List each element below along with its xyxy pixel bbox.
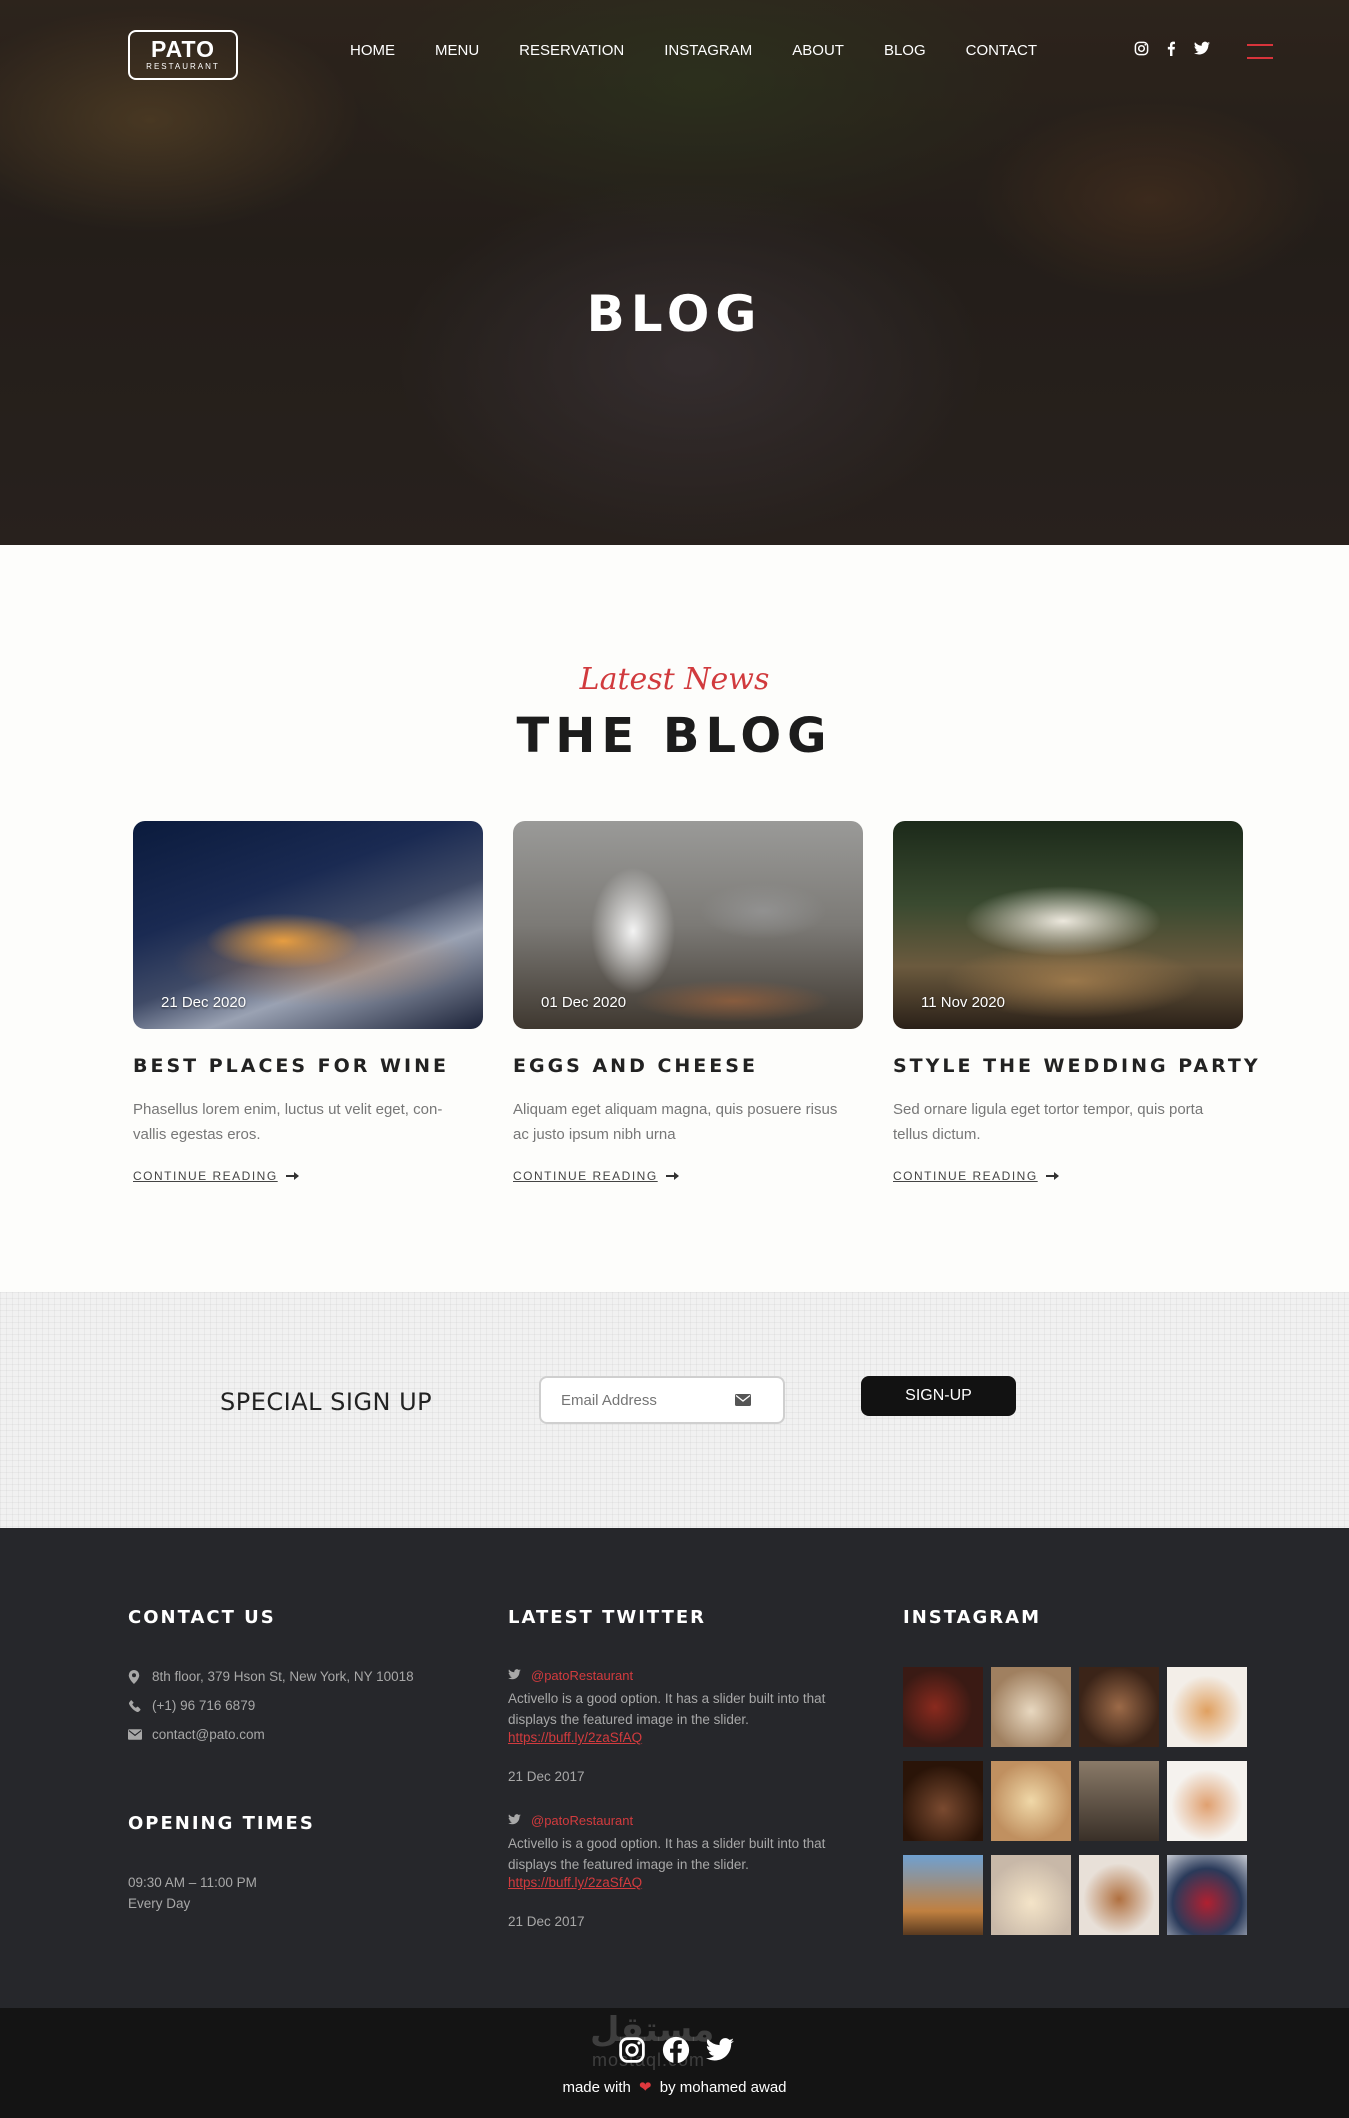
instagram-thumbnail[interactable]	[903, 1761, 983, 1841]
blog-card-date: 01 Dec 2020	[541, 994, 627, 1011]
blog-card: 21 Dec 2020 BEST PLACES FOR WINE Phasell…	[133, 821, 483, 1183]
continue-reading-link[interactable]: CONTINUE READING	[133, 1169, 483, 1183]
tweet-link[interactable]: https://buff.ly/2zaSfAQ	[508, 1875, 642, 1890]
email-text[interactable]: contact@pato.com	[152, 1727, 265, 1742]
header-social	[1134, 41, 1210, 57]
phone-text[interactable]: (+1) 96 716 6879	[152, 1698, 255, 1713]
blog-card: 11 Nov 2020 STYLE THE WEDDING PARTY Sed …	[893, 821, 1258, 1183]
continue-reading-label: CONTINUE READING	[513, 1169, 658, 1183]
tweet-text: Activello is a good option. It has a sli…	[508, 1836, 826, 1872]
instagram-thumbnail[interactable]	[1167, 1761, 1247, 1841]
twitter-icon[interactable]	[706, 2036, 734, 2064]
continue-reading-link[interactable]: CONTINUE READING	[893, 1169, 1243, 1183]
main-nav: HOME MENU RESERVATION INSTAGRAM ABOUT BL…	[350, 42, 1077, 59]
tweet-date: 21 Dec 2017	[508, 1914, 585, 1929]
instagram-thumbnail[interactable]	[903, 1667, 983, 1747]
blog-card-image[interactable]: 11 Nov 2020	[893, 821, 1243, 1029]
instagram-thumbnail[interactable]	[991, 1855, 1071, 1935]
blog-card-excerpt: Sed ornare ligula eget tortor tempor, qu…	[893, 1101, 1204, 1143]
footer-opening-title: OPENING TIMES	[128, 1813, 315, 1834]
instagram-thumbnail[interactable]	[991, 1761, 1071, 1841]
blog-card-excerpt: Phasellus lorem enim, luctus ut velit eg…	[133, 1101, 443, 1143]
footer-twitter-title: LATEST TWITTER	[508, 1607, 707, 1628]
envelope-icon	[128, 1728, 142, 1742]
instagram-thumbnail[interactable]	[1167, 1855, 1247, 1935]
logo-text: PATO	[150, 36, 216, 62]
nav-contact[interactable]: CONTACT	[966, 42, 1037, 59]
logo[interactable]: PATO RESTAURANT	[128, 30, 238, 80]
tweet-handle[interactable]: @patoRestaurant	[508, 1813, 633, 1828]
hamburger-menu-icon[interactable]	[1247, 44, 1273, 60]
blog-card-title[interactable]: STYLE THE WEDDING PARTY	[893, 1055, 1258, 1077]
footer-address: 8th floor, 379 Hson St, New York, NY 100…	[128, 1669, 414, 1684]
nav-instagram[interactable]: INSTAGRAM	[664, 42, 752, 59]
continue-reading-label: CONTINUE READING	[893, 1169, 1038, 1183]
credit-made-with: made with	[562, 2079, 631, 2096]
email-input[interactable]	[541, 1378, 731, 1422]
tweet-text: Activello is a good option. It has a sli…	[508, 1691, 826, 1727]
logo-subtext: RESTAURANT	[146, 62, 220, 71]
footer-contact-title: CONTACT US	[128, 1607, 276, 1628]
instagram-icon[interactable]	[618, 2036, 646, 2064]
signup-title: SPECIAL SIGN UP	[220, 1388, 433, 1416]
footer-instagram-title: INSTAGRAM	[903, 1607, 1042, 1628]
continue-reading-link[interactable]: CONTINUE READING	[513, 1169, 863, 1183]
hero-banner: PATO RESTAURANT HOME MENU RESERVATION IN…	[0, 0, 1349, 545]
hero-title: BLOG	[586, 285, 763, 343]
heart-icon: ❤	[639, 2079, 652, 2096]
arrow-right-icon	[665, 1172, 679, 1180]
twitter-icon	[508, 1813, 521, 1828]
nav-reservation[interactable]: RESERVATION	[519, 42, 624, 59]
tweet-link[interactable]: https://buff.ly/2zaSfAQ	[508, 1730, 642, 1745]
instagram-thumbnail[interactable]	[991, 1667, 1071, 1747]
footer-phone: (+1) 96 716 6879	[128, 1698, 255, 1713]
blog-card-excerpt: Aliquam eget aliquam magna, quis posuere…	[513, 1101, 838, 1143]
footer-email: contact@pato.com	[128, 1727, 265, 1742]
nav-about[interactable]: ABOUT	[792, 42, 844, 59]
section-title: THE BLOG	[516, 708, 833, 764]
nav-menu[interactable]: MENU	[435, 42, 479, 59]
twitter-icon	[508, 1668, 521, 1683]
instagram-icon[interactable]	[1134, 41, 1150, 57]
blog-card-image[interactable]: 01 Dec 2020	[513, 821, 863, 1029]
blog-card-image[interactable]: 21 Dec 2020	[133, 821, 483, 1029]
tweet-handle[interactable]: @patoRestaurant	[508, 1668, 633, 1683]
instagram-thumbnail[interactable]	[1079, 1855, 1159, 1935]
instagram-thumbnail[interactable]	[1079, 1761, 1159, 1841]
section-eyebrow: Latest News	[579, 662, 770, 697]
blog-card-date: 11 Nov 2020	[921, 994, 1005, 1011]
twitter-icon[interactable]	[1194, 41, 1210, 57]
nav-blog[interactable]: BLOG	[884, 42, 926, 59]
footer-credit: made with ❤ by mohamed awad	[0, 2078, 1349, 2096]
blog-card-title[interactable]: EGGS AND CHEESE	[513, 1055, 863, 1077]
signup-button[interactable]: SIGN-UP	[861, 1376, 1016, 1416]
email-field-wrapper	[539, 1376, 785, 1424]
blog-card-date: 21 Dec 2020	[161, 994, 247, 1011]
envelope-icon	[735, 1393, 751, 1406]
credit-author: by mohamed awad	[659, 2079, 787, 2096]
arrow-right-icon	[285, 1172, 299, 1180]
facebook-icon[interactable]	[1164, 41, 1180, 57]
newsletter-signup: SPECIAL SIGN UP SIGN-UP	[0, 1292, 1349, 1528]
nav-home[interactable]: HOME	[350, 42, 395, 59]
facebook-icon[interactable]	[662, 2036, 690, 2064]
arrow-right-icon	[1045, 1172, 1059, 1180]
address-text: 8th floor, 379 Hson St, New York, NY 100…	[152, 1669, 414, 1684]
tweet-handle-text: @patoRestaurant	[531, 1668, 634, 1683]
phone-icon	[128, 1699, 142, 1713]
map-pin-icon	[128, 1669, 142, 1684]
blog-card-title[interactable]: BEST PLACES FOR WINE	[133, 1055, 483, 1077]
instagram-thumbnail[interactable]	[903, 1855, 983, 1935]
blog-card: 01 Dec 2020 EGGS AND CHEESE Aliquam eget…	[513, 821, 863, 1183]
instagram-gallery	[903, 1667, 1247, 1935]
footer-social	[618, 2036, 734, 2064]
instagram-thumbnail[interactable]	[1079, 1667, 1159, 1747]
opening-hours: 09:30 AM – 11:00 PM	[128, 1875, 257, 1890]
opening-days: Every Day	[128, 1896, 191, 1911]
instagram-thumbnail[interactable]	[1167, 1667, 1247, 1747]
tweet-handle-text: @patoRestaurant	[531, 1813, 634, 1828]
continue-reading-label: CONTINUE READING	[133, 1169, 278, 1183]
tweet-date: 21 Dec 2017	[508, 1769, 585, 1784]
